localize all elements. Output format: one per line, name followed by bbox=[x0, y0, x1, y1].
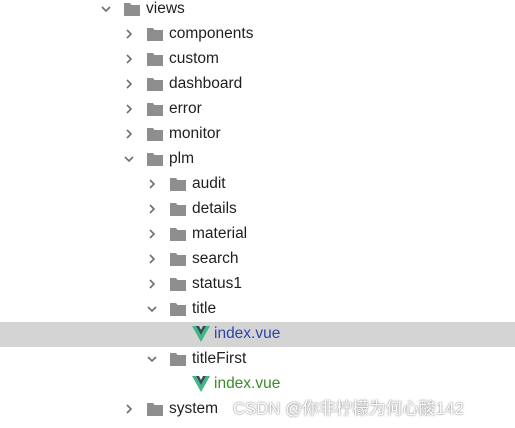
tree-item-titleFirst-index-vue[interactable]: index.vue bbox=[0, 372, 515, 397]
tree-item-error[interactable]: error bbox=[0, 97, 515, 122]
tree-item-audit[interactable]: audit bbox=[0, 172, 515, 197]
tree-item-dashboard[interactable]: dashboard bbox=[0, 72, 515, 97]
folder-icon bbox=[169, 251, 187, 267]
chevron-down-icon[interactable] bbox=[146, 303, 158, 315]
folder-icon bbox=[169, 176, 187, 192]
tree-item-label: details bbox=[192, 200, 237, 217]
folder-icon bbox=[169, 201, 187, 217]
folder-icon bbox=[146, 51, 164, 67]
chevron-right-icon[interactable] bbox=[146, 253, 158, 265]
tree-item-label: titleFirst bbox=[192, 350, 247, 367]
tree-item-components[interactable]: components bbox=[0, 22, 515, 47]
tree-item-titleFirst[interactable]: titleFirst bbox=[0, 347, 515, 372]
tree-item-label: material bbox=[192, 225, 248, 242]
chevron-right-icon[interactable] bbox=[146, 228, 158, 240]
project-file-tree: views components custom dashboard error … bbox=[0, 0, 515, 428]
folder-icon bbox=[146, 101, 164, 117]
tree-item-label: views bbox=[146, 0, 185, 17]
tree-item-search[interactable]: search bbox=[0, 247, 515, 272]
tree-item-title[interactable]: title bbox=[0, 297, 515, 322]
tree-item-status1[interactable]: status1 bbox=[0, 272, 515, 297]
chevron-down-icon[interactable] bbox=[146, 353, 158, 365]
vue-file-icon bbox=[192, 376, 210, 392]
chevron-right-icon[interactable] bbox=[123, 128, 135, 140]
tree-item-label: search bbox=[192, 250, 239, 267]
chevron-right-icon[interactable] bbox=[146, 278, 158, 290]
tree-item-details[interactable]: details bbox=[0, 197, 515, 222]
folder-icon bbox=[169, 301, 187, 317]
folder-icon bbox=[169, 276, 187, 292]
tree-item-label: dashboard bbox=[169, 75, 243, 92]
tree-item-label: index.vue bbox=[214, 375, 281, 392]
folder-icon bbox=[169, 226, 187, 242]
folder-icon bbox=[146, 26, 164, 42]
tree-item-label: monitor bbox=[169, 125, 221, 142]
tree-item-label: audit bbox=[192, 175, 226, 192]
folder-icon bbox=[169, 351, 187, 367]
chevron-right-icon[interactable] bbox=[123, 53, 135, 65]
tree-item-label: components bbox=[169, 25, 254, 42]
chevron-right-icon[interactable] bbox=[146, 178, 158, 190]
chevron-down-icon[interactable] bbox=[123, 153, 135, 165]
tree-item-monitor[interactable]: monitor bbox=[0, 122, 515, 147]
tree-item-label: status1 bbox=[192, 275, 242, 292]
folder-icon bbox=[123, 1, 141, 17]
tree-item-label: custom bbox=[169, 50, 219, 67]
watermark-text: CSDN @你非柠檬为何心酸142 bbox=[233, 400, 465, 418]
chevron-right-icon[interactable] bbox=[123, 403, 135, 415]
tree-item-label: title bbox=[192, 300, 217, 317]
tree-item-views[interactable]: views bbox=[0, 0, 515, 22]
folder-icon bbox=[146, 126, 164, 142]
tree-item-material[interactable]: material bbox=[0, 222, 515, 247]
chevron-right-icon[interactable] bbox=[123, 28, 135, 40]
tree-item-label: system bbox=[169, 400, 219, 417]
vue-file-icon bbox=[192, 326, 210, 342]
chevron-down-icon[interactable] bbox=[100, 3, 112, 15]
folder-icon bbox=[146, 401, 164, 417]
tree-item-label: index.vue bbox=[214, 325, 281, 342]
chevron-right-icon[interactable] bbox=[123, 78, 135, 90]
tree-item-label: error bbox=[169, 100, 202, 117]
chevron-right-icon[interactable] bbox=[146, 203, 158, 215]
folder-icon bbox=[146, 151, 164, 167]
folder-icon bbox=[146, 76, 164, 92]
chevron-right-icon[interactable] bbox=[123, 103, 135, 115]
tree-item-custom[interactable]: custom bbox=[0, 47, 515, 72]
tree-item-title-index-vue[interactable]: index.vue bbox=[0, 322, 515, 347]
tree-item-plm[interactable]: plm bbox=[0, 147, 515, 172]
tree-item-label: plm bbox=[169, 150, 194, 167]
